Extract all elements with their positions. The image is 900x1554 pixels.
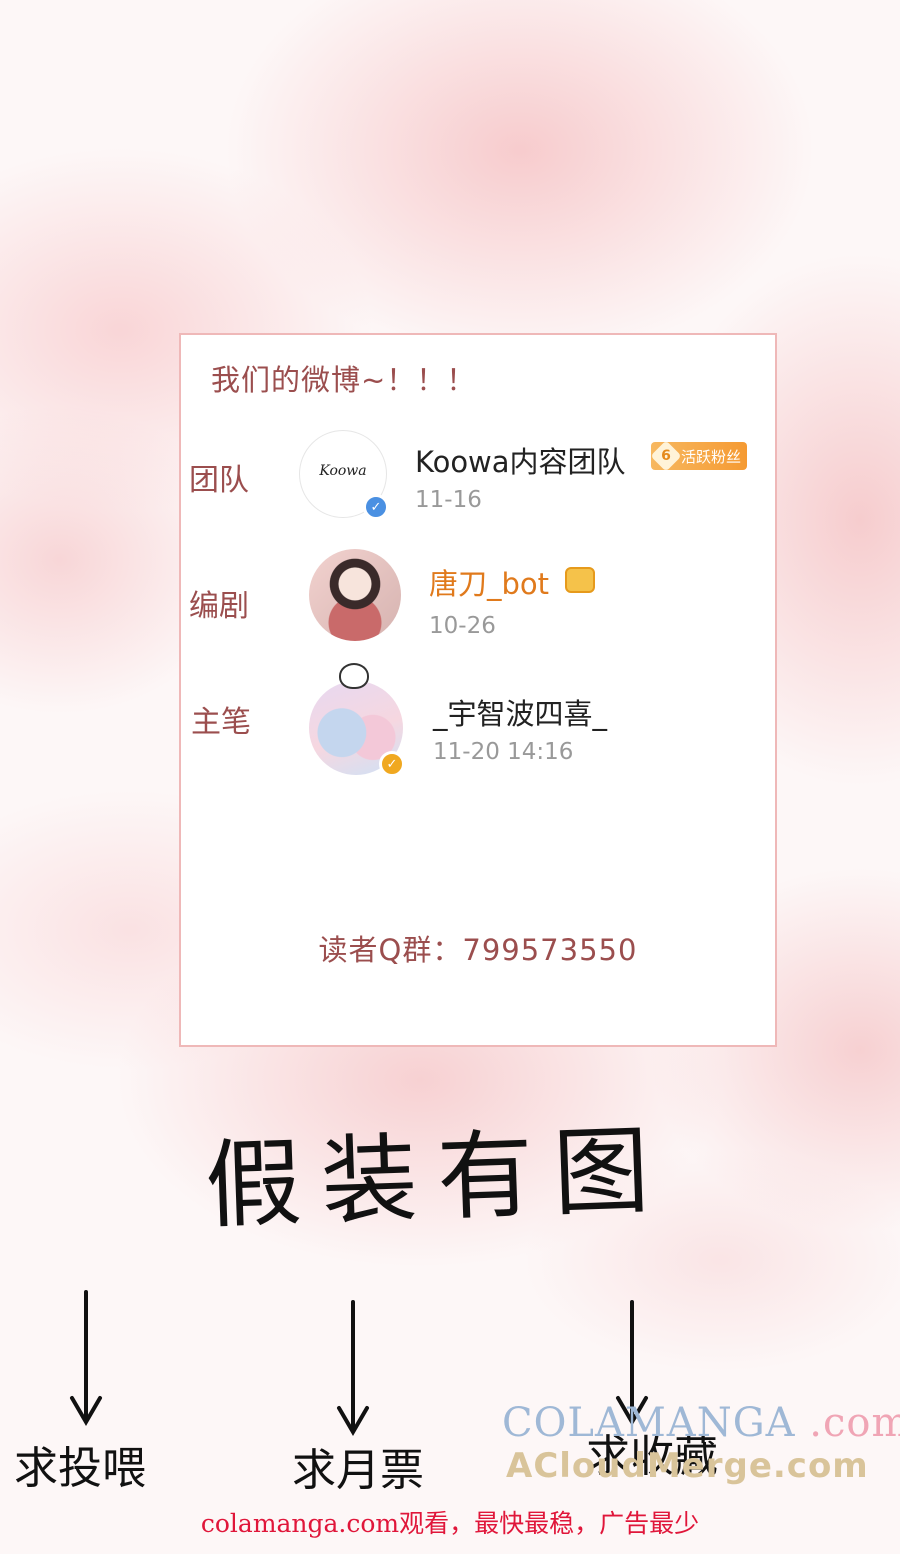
watermark-acloudmerge: ACloudMerge.com — [506, 1446, 869, 1486]
username-tangdao[interactable]: 唐刀_bot — [429, 561, 549, 603]
username-yuzhibo[interactable]: _宇智波四喜_ — [433, 691, 607, 733]
avatar-koowa[interactable]: Koowa ✓ — [299, 430, 389, 520]
reader-qq-group: 读者Q群：799573550 — [318, 933, 638, 967]
fan-badge-text: 活跃粉丝 — [681, 447, 742, 466]
card-title: 我们的微博~！！！ — [211, 363, 477, 397]
role-label-team: 团队 — [189, 463, 249, 498]
check-icon: ✓ — [363, 494, 389, 520]
avatar-yuzhibo[interactable]: ✓ — [309, 663, 405, 777]
label-feed[interactable]: 求投喂 — [14, 1432, 146, 1496]
watermark-colamanga: COLAMANGA .com — [502, 1400, 900, 1446]
username-koowa[interactable]: Koowa内容团队 — [415, 439, 626, 481]
role-label-writer: 编剧 — [189, 589, 249, 624]
fan-level-icon: 6 — [650, 440, 682, 472]
post-date-tangdao: 10-26 — [429, 613, 496, 639]
avatar-tangdao[interactable] — [309, 549, 401, 641]
fan-badge: 6 活跃粉丝 — [650, 440, 747, 472]
handwritten-title: 假装有图 — [203, 1113, 672, 1243]
role-label-artist: 主笔 — [191, 705, 251, 740]
post-date-koowa: 11-16 — [415, 487, 482, 513]
weibo-card: 我们的微博~！！！ 团队 Koowa ✓ Koowa内容团队 6 活跃粉丝 11… — [179, 333, 777, 1047]
arrow-down-icon — [337, 1300, 369, 1436]
post-date-yuzhibo: 11-20 14:16 — [433, 739, 574, 765]
arrow-down-icon — [70, 1290, 102, 1426]
check-icon: ✓ — [379, 751, 405, 777]
avatar-koowa-text: Koowa — [319, 463, 367, 479]
label-monthly-ticket[interactable]: 求月票 — [292, 1434, 424, 1498]
crown-icon — [565, 567, 595, 593]
bunny-icon — [339, 663, 369, 689]
footer-ad-text[interactable]: colamanga.com观看，最快最稳，广告最少 — [0, 1504, 900, 1540]
